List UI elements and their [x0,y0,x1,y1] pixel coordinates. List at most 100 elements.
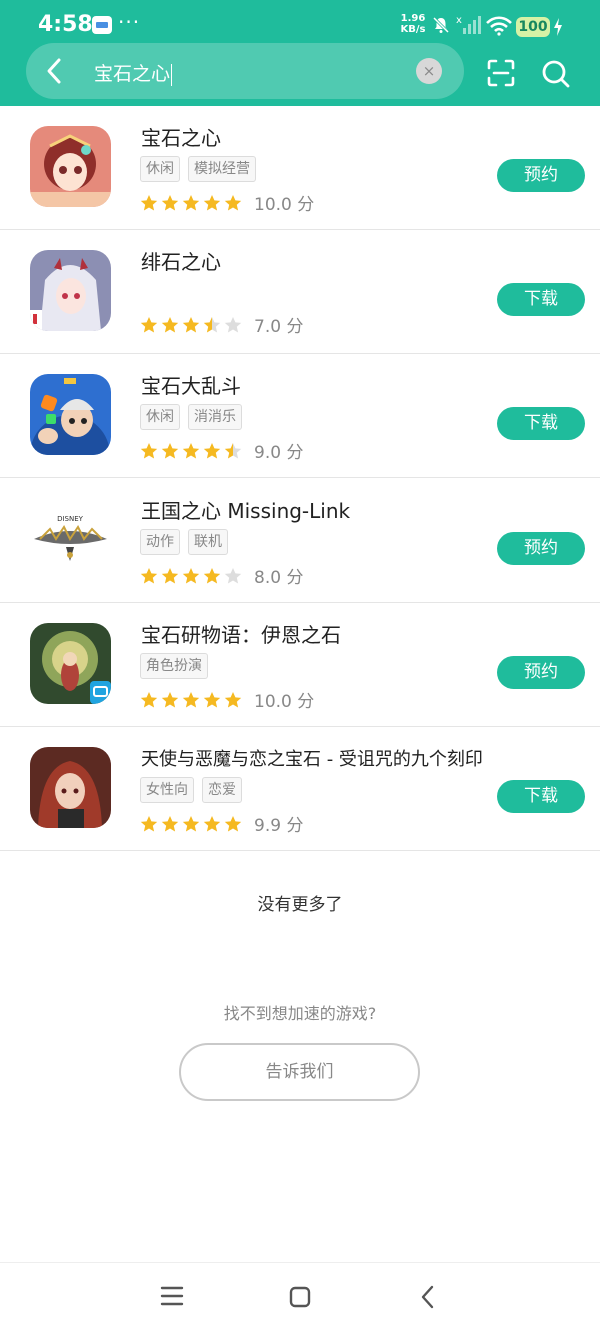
game-title: 宝石之心 [141,126,221,150]
star-icon [203,194,221,210]
end-of-list-text: 没有更多了 [257,895,343,915]
star-icon [224,316,242,332]
home-icon[interactable] [288,1285,312,1309]
reserve-button[interactable]: 预约 [497,656,585,689]
tag: 消消乐 [188,404,242,430]
signal-icon: x [456,15,481,34]
star-icon [224,691,242,707]
score: 10.0 分 [254,692,315,712]
header: 4:58 ··· 1.96 KB/s x 100 宝石之心 × [0,0,600,106]
download-button[interactable]: 下载 [497,407,585,440]
rating: 8.0 分 [140,563,303,588]
tag: 休闲 [140,156,180,182]
star-icon [140,815,158,831]
cant-find-text: 找不到想加速的游戏? [223,1004,377,1023]
rating: 10.0 分 [140,190,314,215]
text-caret [171,63,173,86]
list-item[interactable]: DISNEY 王国之心 Missing-Link 动作 联机 8.0 分 预约 [0,479,600,603]
star-icon [203,815,221,831]
star-rating [140,815,242,833]
network-speed-unit: KB/s [400,24,426,35]
game-title: 宝石大乱斗 [141,374,241,398]
star-icon [140,691,158,707]
list-item[interactable]: 天使与恶魔与恋之宝石 - 受诅咒的九个刻印 女性向 恋爱 9.9 分 下载 [0,727,600,851]
menu-icon[interactable] [160,1285,184,1307]
more-notifications-icon: ··· [118,10,141,34]
star-rating [140,194,242,212]
game-icon [30,126,111,207]
tag-list: 休闲 消消乐 [140,404,242,430]
star-rating [140,567,242,585]
status-bar: 4:58 ··· 1.96 KB/s x 100 [0,0,600,44]
game-icon [30,250,111,331]
star-rating [140,442,242,460]
battery-indicator: 100 [516,17,550,37]
list-item[interactable]: 绯石之心 7.0 分 下载 [0,230,600,354]
tag-list: 女性向 恋爱 [140,777,242,803]
back-icon[interactable] [418,1284,438,1310]
tell-us-button[interactable]: 告诉我们 [179,1043,420,1101]
tag: 恋爱 [202,777,242,803]
tag-list: 角色扮演 [140,653,208,679]
scan-icon[interactable] [486,58,516,88]
list-item[interactable]: 宝石大乱斗 休闲 消消乐 9.0 分 下载 [0,354,600,478]
star-icon [182,691,200,707]
tag-list: 休闲 模拟经营 [140,156,256,182]
tag: 模拟经营 [188,156,256,182]
score: 7.0 分 [254,317,304,337]
search-input[interactable]: 宝石之心 [94,59,173,86]
rating: 10.0 分 [140,687,314,712]
star-rating [140,316,242,334]
star-icon [161,442,179,458]
star-icon [203,691,221,707]
list-item[interactable]: 宝石之心 休闲 模拟经营 10.0 分 预约 [0,106,600,230]
game-title: 王国之心 Missing-Link [141,499,351,523]
star-icon [161,815,179,831]
star-icon [182,815,200,831]
star-icon [140,567,158,583]
download-button[interactable]: 下载 [497,780,585,813]
charging-icon [554,18,562,36]
back-arrow-icon[interactable] [42,56,68,86]
game-title: 宝石研物语：伊恩之石 [141,623,341,647]
game-icon [30,623,111,704]
star-icon [161,316,179,332]
system-navigation-bar [0,1263,600,1333]
download-button[interactable]: 下载 [497,283,585,316]
star-icon [182,442,200,458]
search-bar [26,43,464,99]
star-icon [182,316,200,332]
bell-muted-icon [432,16,450,34]
tag: 动作 [140,529,180,555]
reserve-button[interactable]: 预约 [497,159,585,192]
star-icon [140,194,158,210]
rating: 9.0 分 [140,438,303,463]
star-icon [203,316,221,332]
star-icon [161,567,179,583]
list-item[interactable]: 宝石研物语：伊恩之石 角色扮演 10.0 分 预约 [0,603,600,727]
score: 9.9 分 [254,816,304,836]
network-speed: 1.96 KB/s [398,13,428,35]
clear-icon[interactable]: × [416,58,442,84]
star-icon [182,567,200,583]
star-icon [203,442,221,458]
score: 8.0 分 [254,568,304,588]
tag-list: 动作 联机 [140,529,228,555]
star-icon [224,567,242,583]
star-icon [224,442,242,458]
status-time: 4:58 [38,12,93,37]
game-title: 绯石之心 [141,250,221,274]
score: 9.0 分 [254,443,304,463]
search-icon[interactable] [541,59,571,89]
star-rating [140,691,242,709]
svg-text:DISNEY: DISNEY [57,515,84,523]
reserve-button[interactable]: 预约 [497,532,585,565]
star-icon [182,194,200,210]
star-icon [224,815,242,831]
star-icon [140,316,158,332]
tag: 联机 [188,529,228,555]
star-icon [161,194,179,210]
tag: 角色扮演 [140,653,208,679]
network-speed-value: 1.96 [400,13,426,24]
game-title: 天使与恶魔与恋之宝石 - 受诅咒的九个刻印 [141,749,483,770]
